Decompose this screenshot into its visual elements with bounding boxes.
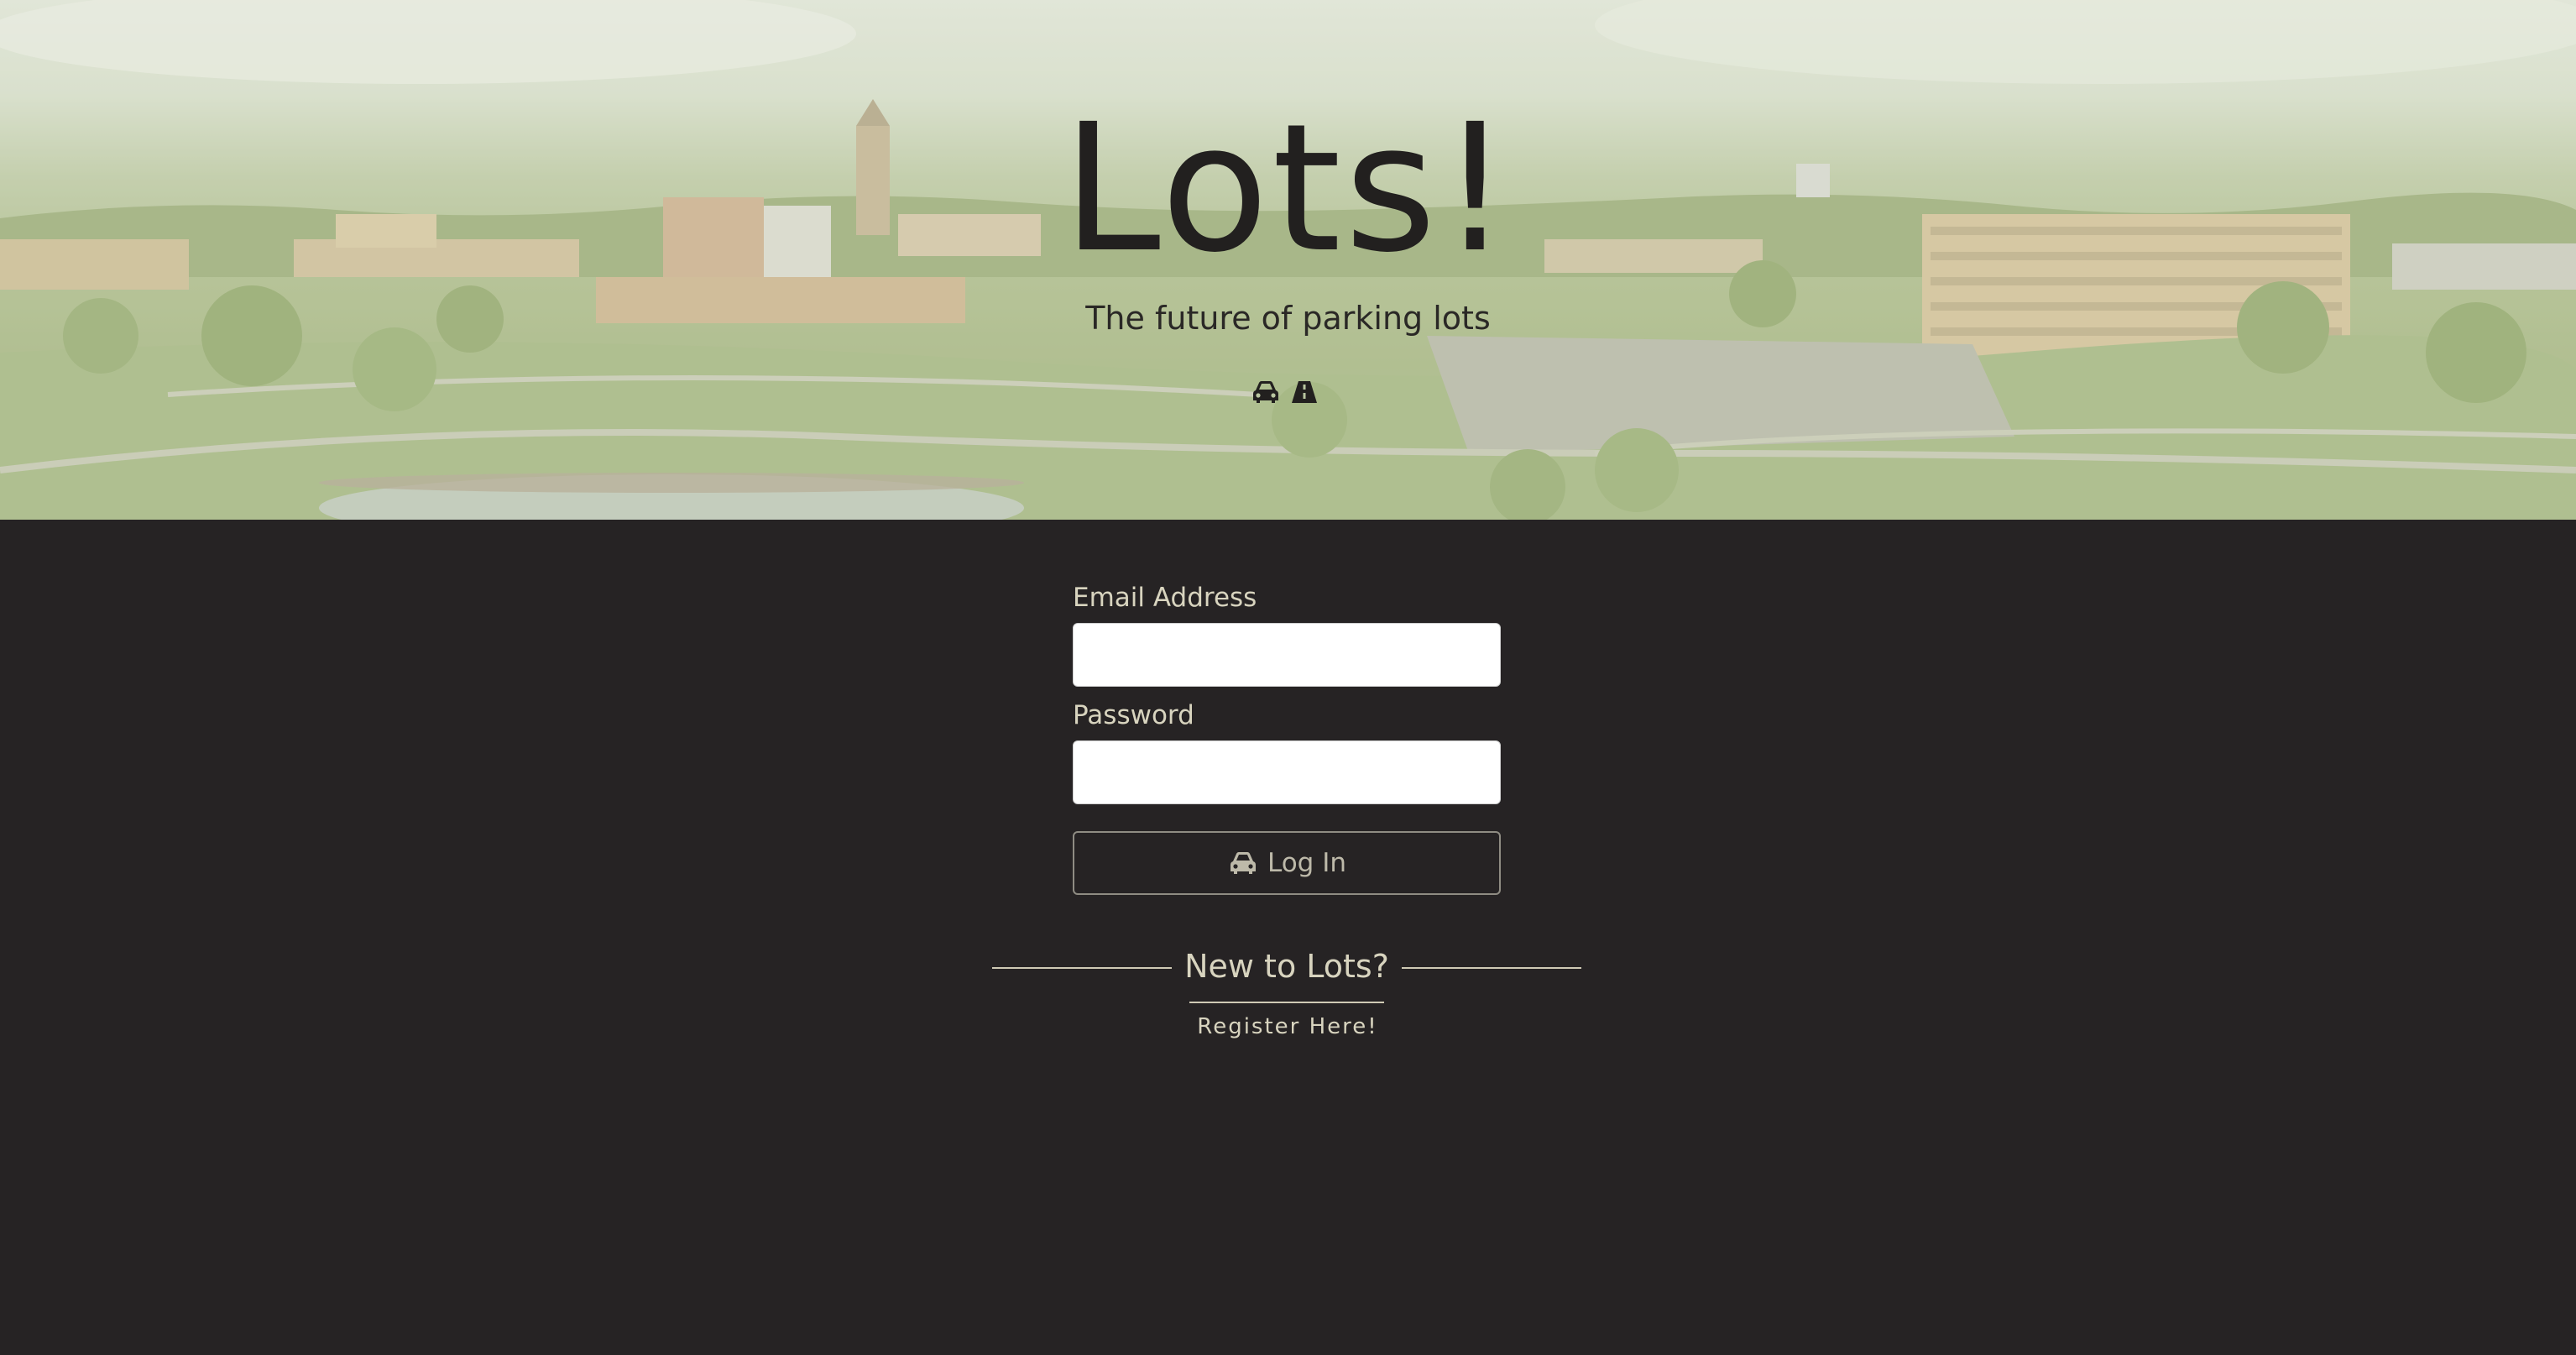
email-input[interactable] [1073, 623, 1501, 687]
car-icon [1227, 850, 1259, 876]
divider-right [1402, 967, 1581, 969]
heading-underline [1189, 1002, 1384, 1003]
hero-icon-group [1251, 378, 1326, 406]
login-button-label: Log In [1267, 848, 1346, 878]
hero-banner: Lots! The future of parking lots [0, 0, 2576, 520]
email-label: Email Address [1073, 583, 1257, 613]
divider-left [992, 967, 1172, 969]
road-icon [1289, 379, 1319, 405]
app-title: Lots! [1062, 86, 1514, 291]
car-icon [1251, 379, 1281, 405]
register-link[interactable]: Register Here! [1162, 1010, 1413, 1044]
app-tagline: The future of parking lots [1085, 300, 1491, 337]
password-input[interactable] [1073, 740, 1501, 804]
login-button[interactable]: Log In [1073, 831, 1501, 895]
new-user-heading: New to Lots? [1184, 948, 1389, 985]
login-form: Email Address Password Log In [1073, 579, 1501, 895]
password-label: Password [1073, 700, 1194, 730]
